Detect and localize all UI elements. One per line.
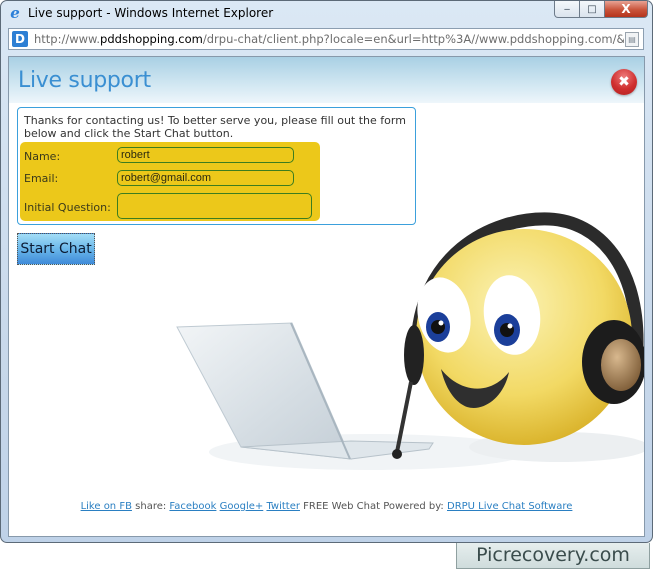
form-intro-text: Thanks for contacting us! To better serv… bbox=[24, 114, 406, 140]
email-input[interactable]: robert@gmail.com bbox=[117, 170, 294, 186]
name-label: Name: bbox=[24, 150, 61, 163]
smiley-agent-image bbox=[392, 212, 644, 462]
window-controls: ‒ □ X bbox=[554, 1, 648, 19]
close-icon: X bbox=[621, 2, 631, 16]
page-header: Live support ✖ bbox=[9, 57, 644, 103]
support-illustration bbox=[176, 212, 644, 470]
minimize-button[interactable]: ‒ bbox=[554, 1, 580, 18]
powered-by-text: FREE Web Chat Powered by: bbox=[303, 501, 444, 512]
minimize-icon: ‒ bbox=[563, 3, 571, 15]
address-bar[interactable]: D http://www.pddshopping.com/drpu-chat/c… bbox=[8, 28, 644, 50]
email-label: Email: bbox=[24, 172, 59, 185]
facebook-link[interactable]: Facebook bbox=[169, 501, 216, 512]
close-chat-button[interactable]: ✖ bbox=[611, 69, 637, 95]
url-prefix: http://www. bbox=[34, 32, 101, 46]
like-on-fb-link[interactable]: Like on FB bbox=[81, 501, 132, 512]
url-host: pddshopping.com bbox=[100, 32, 203, 46]
name-input[interactable]: robert bbox=[117, 147, 294, 163]
page-content: Live support ✖ Thanks for contacting us!… bbox=[8, 56, 645, 537]
page-title: Live support bbox=[18, 68, 151, 93]
page-image-icon: ▤ bbox=[625, 32, 639, 47]
window-close-button[interactable]: X bbox=[605, 1, 648, 18]
internet-explorer-icon: e bbox=[10, 4, 20, 22]
watermark-label: Picrecovery.com bbox=[456, 543, 650, 569]
drpu-live-chat-link[interactable]: DRPU Live Chat Software bbox=[447, 501, 572, 512]
start-chat-button[interactable]: Start Chat bbox=[17, 233, 95, 265]
url-text[interactable]: http://www.pddshopping.com/drpu-chat/cli… bbox=[34, 32, 624, 46]
title-bar: e Live support - Windows Internet Explor… bbox=[1, 1, 652, 25]
share-label: share: bbox=[135, 501, 167, 512]
window-title: Live support - Windows Internet Explorer bbox=[28, 6, 274, 20]
browser-window: e Live support - Windows Internet Explor… bbox=[0, 0, 653, 543]
maximize-icon: □ bbox=[587, 3, 597, 15]
footer-links: Like on FB share: Facebook Google+ Twitt… bbox=[9, 501, 644, 512]
url-path: /drpu-chat/client.php?locale=en&url=http… bbox=[202, 32, 624, 46]
googleplus-link[interactable]: Google+ bbox=[220, 501, 264, 512]
close-icon: ✖ bbox=[618, 74, 630, 90]
maximize-button[interactable]: □ bbox=[580, 1, 605, 18]
initial-question-label: Initial Question: bbox=[24, 201, 111, 214]
site-favicon-icon: D bbox=[12, 31, 28, 47]
twitter-link[interactable]: Twitter bbox=[266, 501, 300, 512]
